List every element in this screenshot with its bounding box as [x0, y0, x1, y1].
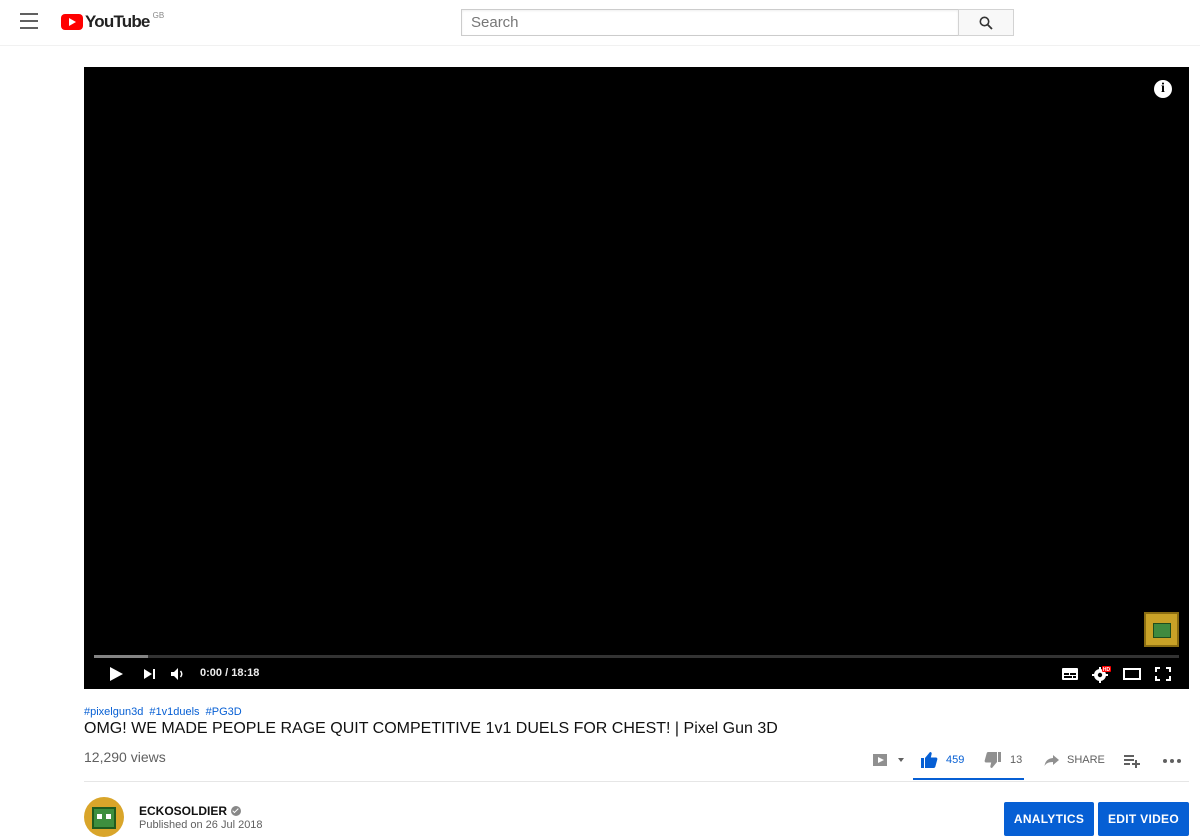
- like-button[interactable]: 459: [920, 748, 964, 772]
- youtube-play-logo-icon: [61, 14, 83, 30]
- settings-icon: HD: [1092, 666, 1111, 683]
- next-icon: [144, 669, 155, 679]
- channel-name-text: ECKOSOLDIER: [139, 804, 228, 818]
- video-title: OMG! WE MADE PEOPLE RAGE QUIT COMPETITIV…: [84, 720, 778, 737]
- divider: [84, 781, 1189, 782]
- like-icon: [921, 752, 938, 768]
- masthead: YouTube GB: [0, 0, 1200, 46]
- progress-bar[interactable]: [94, 655, 1179, 658]
- hashtag-link[interactable]: #PG3D: [206, 706, 242, 718]
- video-player[interactable]: i 0:00 / 18:18 HD: [84, 67, 1189, 689]
- more-icon: [1163, 759, 1181, 763]
- next-button[interactable]: [139, 664, 161, 684]
- channel-watermark[interactable]: [1144, 612, 1179, 647]
- time-separator: /: [225, 667, 229, 679]
- edit-video-button[interactable]: EDIT VIDEO: [1098, 802, 1189, 836]
- like-count: 459: [946, 754, 965, 766]
- chevron-down-icon: [898, 758, 904, 762]
- avatar-eye: [97, 814, 102, 819]
- info-icon[interactable]: i: [1154, 80, 1172, 98]
- hashtags: #pixelgun3d #1v1duels #PG3D: [84, 706, 245, 718]
- dislike-icon: [984, 752, 1001, 768]
- like-ratio-bar: [913, 778, 1024, 780]
- volume-icon: [171, 668, 183, 680]
- search-bar: [461, 9, 1014, 36]
- channel-name[interactable]: ECKOSOLDIER: [139, 804, 242, 818]
- channel-avatar[interactable]: [84, 797, 124, 837]
- add-to-playlist-icon: [1124, 755, 1140, 768]
- hashtag-link[interactable]: #1v1duels: [149, 706, 199, 718]
- share-label: SHARE: [1067, 754, 1105, 766]
- avatar-eye: [106, 814, 111, 819]
- theater-button[interactable]: [1121, 664, 1143, 684]
- fullscreen-icon: [1155, 667, 1171, 681]
- avatar-cube-icon: [92, 807, 116, 829]
- youtube-logo[interactable]: YouTube GB: [61, 11, 165, 33]
- search-input[interactable]: [461, 9, 958, 36]
- publish-date: Published on 26 Jul 2018: [139, 819, 263, 831]
- add-to-playlist-menu[interactable]: [872, 748, 906, 772]
- logo-text: YouTube: [85, 12, 150, 31]
- fullscreen-button[interactable]: [1152, 664, 1174, 684]
- subtitles-button[interactable]: [1059, 664, 1081, 684]
- more-actions-button[interactable]: [1162, 748, 1182, 772]
- volume-button[interactable]: [168, 664, 190, 684]
- hd-badge: HD: [1103, 667, 1111, 673]
- progress-buffered: [94, 655, 149, 658]
- analytics-button[interactable]: ANALYTICS: [1004, 802, 1094, 836]
- search-button[interactable]: [958, 9, 1014, 36]
- hashtag-link[interactable]: #pixelgun3d: [84, 706, 143, 718]
- current-time: 0:00: [200, 667, 223, 679]
- search-icon: [979, 16, 993, 30]
- playlist-icon: [873, 754, 887, 766]
- play-button[interactable]: [106, 664, 128, 684]
- duration: 18:18: [231, 667, 260, 679]
- dislike-count: 13: [1010, 754, 1023, 766]
- watermark-cube-icon: [1153, 623, 1171, 638]
- player-controls: 0:00 / 18:18 HD: [84, 659, 1189, 689]
- share-button[interactable]: SHARE: [1043, 748, 1105, 772]
- share-icon: [1044, 755, 1059, 766]
- theater-icon: [1123, 668, 1141, 680]
- add-to-playlist-button[interactable]: [1123, 748, 1141, 772]
- view-count: 12,290 views: [84, 749, 166, 765]
- play-icon: [110, 667, 123, 681]
- subtitles-icon: [1062, 668, 1078, 680]
- country-code: GB: [152, 11, 165, 20]
- verified-icon: [231, 806, 242, 816]
- settings-button[interactable]: HD: [1090, 664, 1112, 684]
- menu-icon[interactable]: [20, 13, 38, 29]
- time-display: 0:00 / 18:18: [200, 667, 259, 679]
- dislike-button[interactable]: 13: [984, 748, 1022, 772]
